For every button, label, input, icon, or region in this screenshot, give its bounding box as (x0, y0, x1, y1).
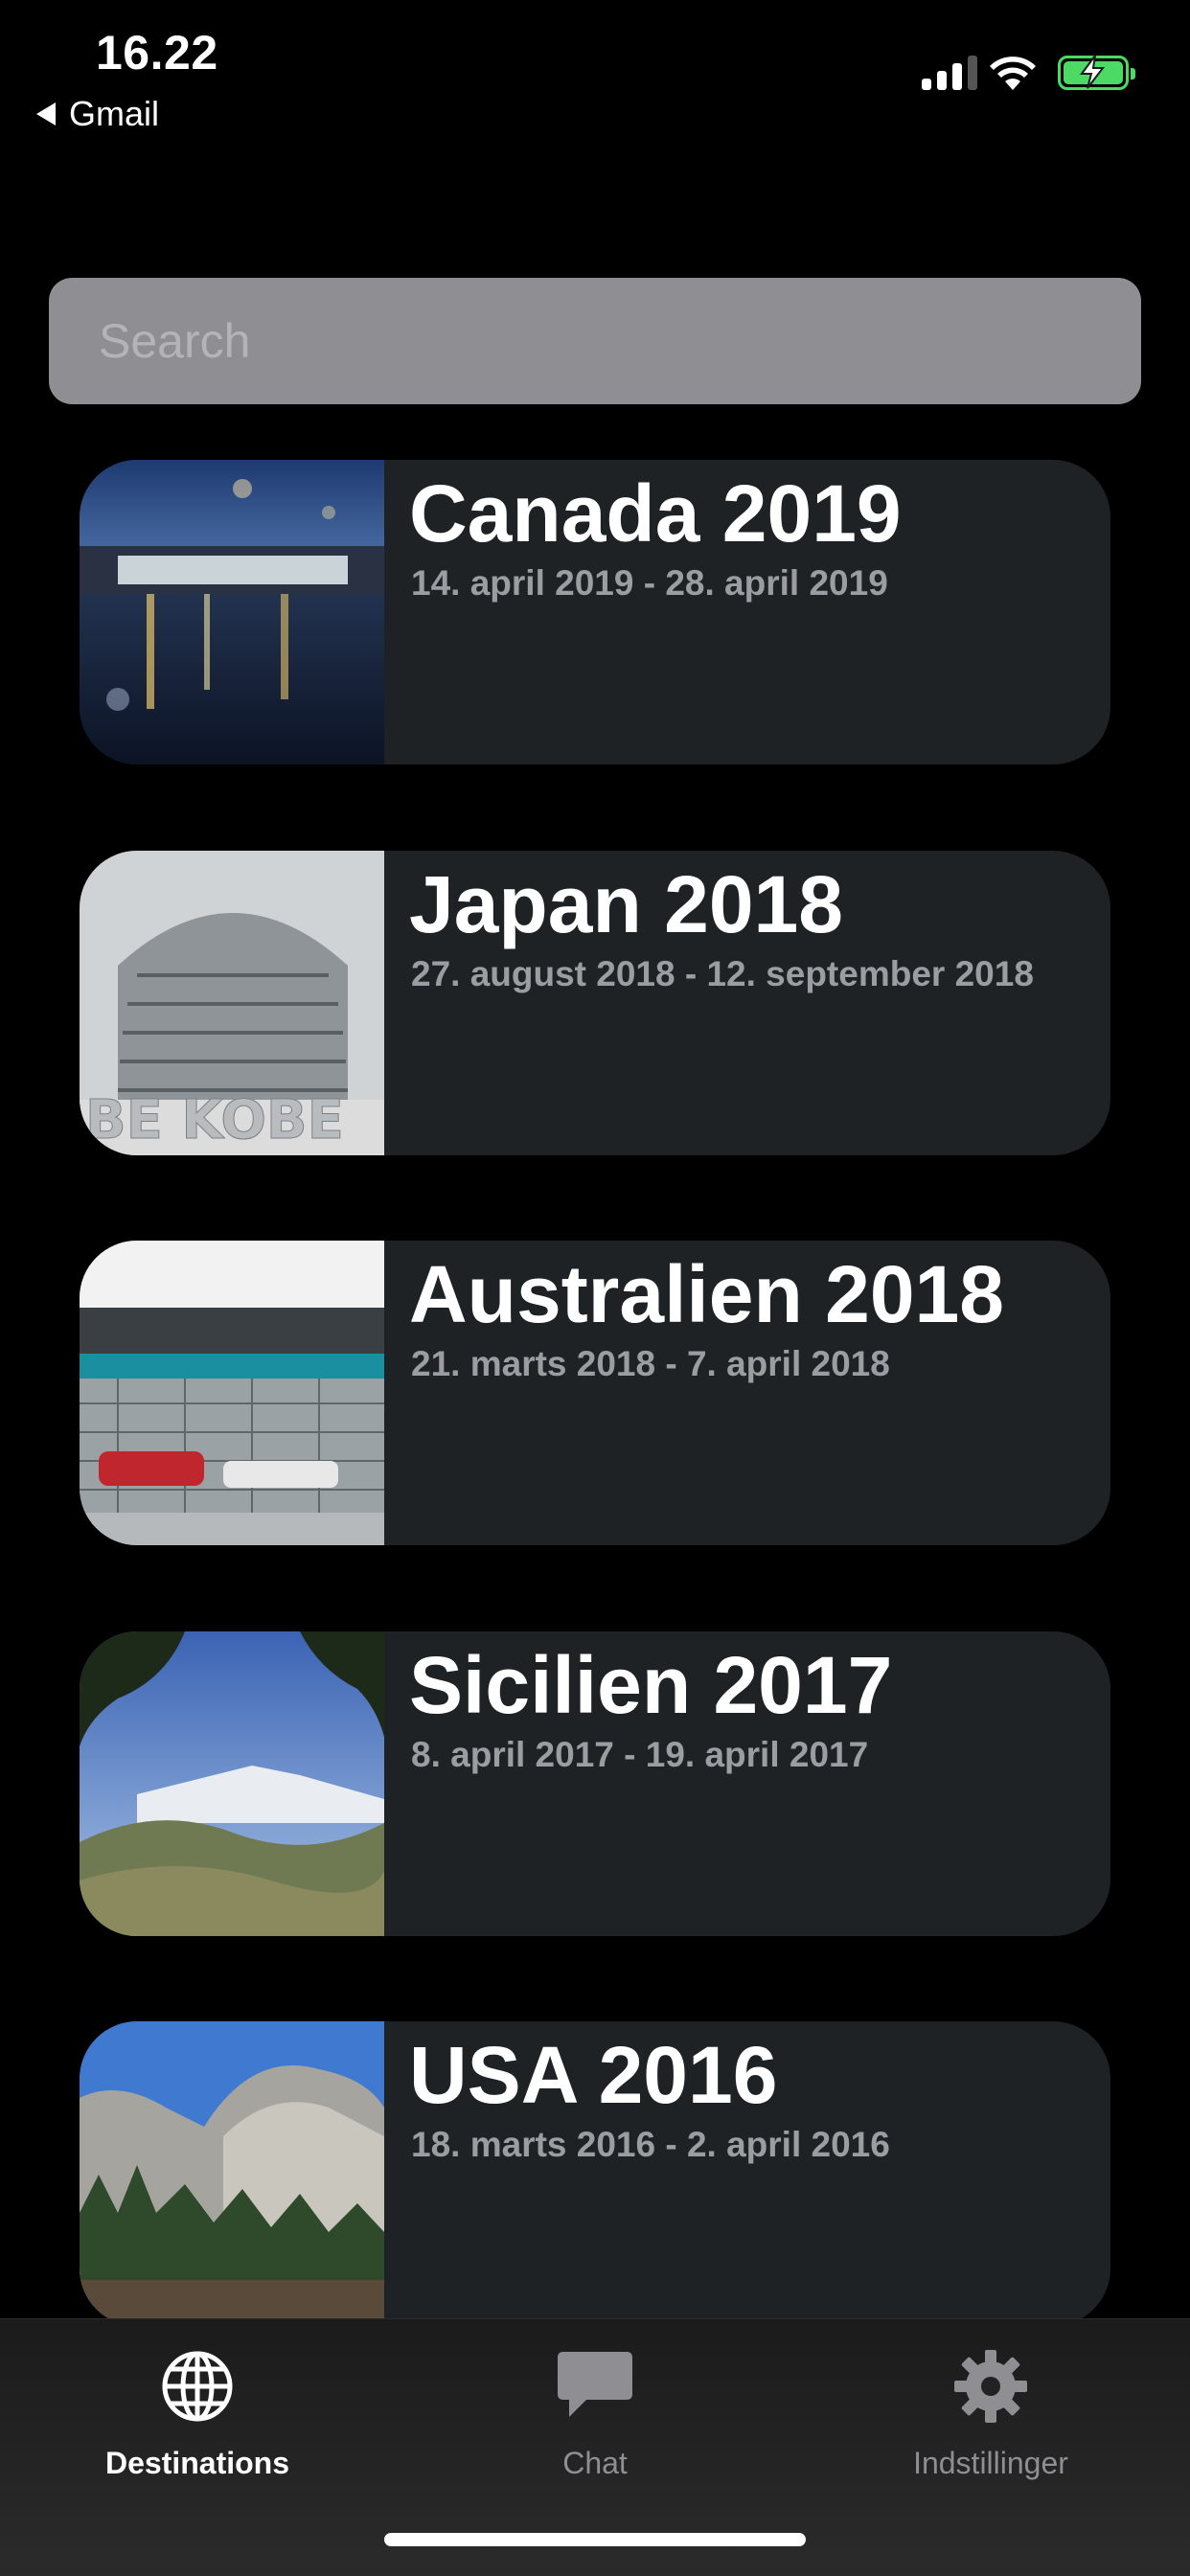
search-input[interactable] (49, 278, 1141, 404)
trip-title: Australien 2018 (409, 1249, 1004, 1339)
trip-thumbnail: BE KOBE (80, 851, 384, 1155)
trip-thumbnail (80, 1631, 384, 1936)
trip-dates: 8. april 2017 - 19. april 2017 (411, 1735, 869, 1774)
svg-text:BE KOBE: BE KOBE (85, 1089, 344, 1151)
back-to-gmail-link[interactable]: Gmail (36, 94, 159, 134)
battery-charging-icon (1058, 55, 1135, 90)
gear-icon (954, 2350, 1027, 2423)
trip-dates: 14. april 2019 - 28. april 2019 (411, 563, 888, 603)
globe-icon (162, 2351, 233, 2422)
trip-dates: 27. august 2018 - 12. september 2018 (411, 954, 1034, 993)
trip-title: USA 2016 (409, 2030, 778, 2120)
back-arrow-icon (36, 103, 56, 125)
tab-label: Indstillinger (913, 2446, 1068, 2480)
trip-card-canada-2019[interactable]: Canada 2019 14. april 2019 - 28. april 2… (80, 460, 1110, 764)
cellular-signal-icon (922, 56, 977, 90)
trip-title: Japan 2018 (409, 859, 843, 949)
trip-thumbnail (80, 1241, 384, 1545)
trip-title: Canada 2019 (409, 468, 902, 559)
back-link-label: Gmail (69, 94, 160, 133)
tab-chat[interactable]: Chat (451, 2338, 739, 2481)
tab-label: Destinations (104, 2446, 290, 2480)
tab-indstillinger[interactable]: Indstillinger (847, 2338, 1134, 2481)
trip-card-australien-2018[interactable]: Australien 2018 21. marts 2018 - 7. apri… (80, 1241, 1110, 1545)
wifi-icon (990, 57, 1036, 90)
trip-card-japan-2018[interactable]: BE KOBE Japan 2018 27. august 2018 - 12.… (80, 851, 1110, 1155)
trip-card-usa-2016[interactable]: USA 2016 18. marts 2016 - 2. april 2016 (80, 2021, 1110, 2326)
home-indicator[interactable] (384, 2533, 806, 2546)
trip-dates: 18. marts 2016 - 2. april 2016 (411, 2125, 890, 2164)
tab-destinations[interactable]: Destinations (54, 2338, 341, 2481)
trip-dates: 21. marts 2018 - 7. april 2018 (411, 1344, 890, 1383)
trip-thumbnail (80, 2021, 384, 2326)
tab-label: Chat (562, 2446, 628, 2480)
chat-bubble-icon (558, 2352, 632, 2417)
trip-card-sicilien-2017[interactable]: Sicilien 2017 8. april 2017 - 19. april … (80, 1631, 1110, 1936)
trip-thumbnail (80, 460, 384, 764)
trip-title: Sicilien 2017 (409, 1640, 893, 1730)
status-time: 16.22 (96, 26, 218, 80)
